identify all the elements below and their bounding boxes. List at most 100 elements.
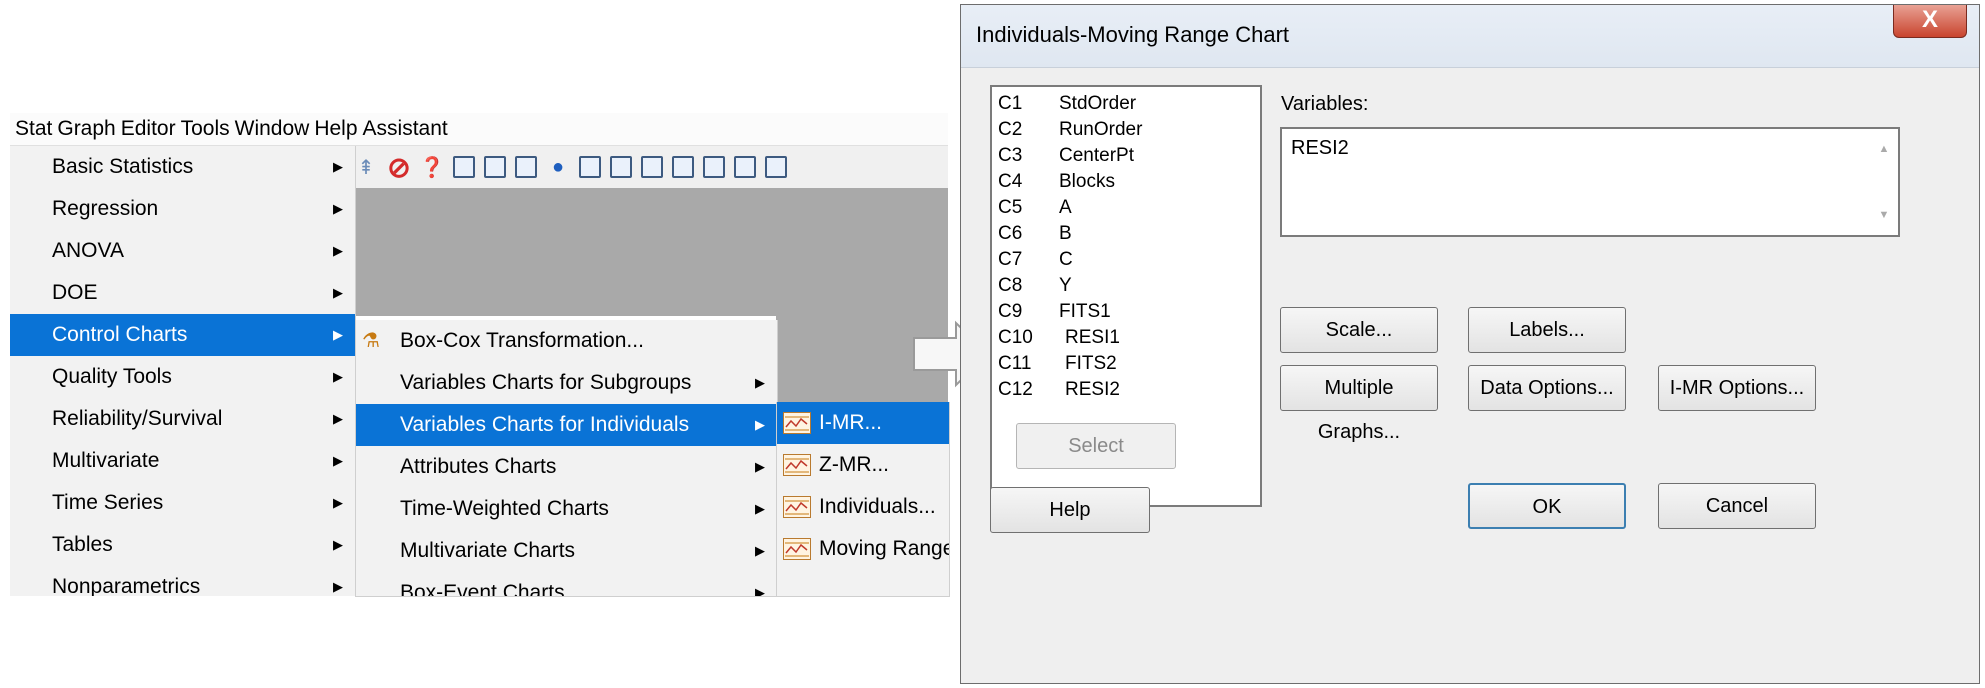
imr-options-button[interactable]: I-MR Options... (1658, 365, 1816, 411)
variables-field[interactable]: RESI2 ▲ ▼ (1280, 127, 1900, 237)
box-cox-icon: ⚗ (362, 330, 380, 352)
submenu-arrow-icon: ▶ (333, 327, 343, 342)
scrollbar[interactable]: ▲ ▼ (1874, 135, 1894, 229)
new-document-icon[interactable] (641, 156, 663, 178)
menu-item-moving-range[interactable]: Moving Range... (777, 528, 949, 570)
control-chart-icon (783, 538, 811, 560)
submenu-arrow-icon: ▶ (333, 285, 343, 300)
close-button[interactable]: X (1893, 5, 1967, 38)
menu-item-i-mr[interactable]: I-MR... (777, 402, 949, 444)
control-chart-icon (783, 412, 811, 434)
menu-item-quality-tools[interactable]: Quality Tools ▶ (10, 356, 355, 398)
menu-item-tables[interactable]: Tables ▶ (10, 524, 355, 566)
menu-item-multivariate[interactable]: Multivariate ▶ (10, 440, 355, 482)
menu-item-variables-individuals[interactable]: Variables Charts for Individuals ▶ (356, 404, 777, 446)
control-chart-icon (783, 496, 811, 518)
data-options-button[interactable]: Data Options... (1468, 365, 1626, 411)
list-item[interactable]: C7 C (992, 247, 1260, 273)
menu-editor[interactable]: Editor (116, 113, 176, 145)
submenu-arrow-icon: ▶ (333, 495, 343, 510)
list-item[interactable]: C8 Y (992, 273, 1260, 299)
ok-button[interactable]: OK (1468, 483, 1626, 529)
menu-stat[interactable]: Stat (10, 113, 52, 145)
split-view-icon[interactable] (765, 156, 787, 178)
submenu-arrow-icon: ▶ (755, 501, 765, 516)
menu-item-variables-subgroups[interactable]: Variables Charts for Subgroups ▶ (356, 362, 777, 404)
menu-item-box-cox[interactable]: ⚗ Box-Cox Transformation... (356, 320, 777, 362)
command-line-icon[interactable] (579, 156, 601, 178)
menu-item-doe[interactable]: DOE ▶ (10, 272, 355, 314)
submenu-arrow-icon: ▶ (333, 579, 343, 594)
list-item[interactable]: C1 StdOrder (992, 91, 1260, 117)
cancel-button[interactable]: Cancel (1658, 483, 1816, 529)
menu-item-basic-statistics[interactable]: Basic Statistics ▶ (10, 146, 355, 188)
session-window-icon[interactable] (453, 156, 475, 178)
table-icon[interactable] (734, 156, 756, 178)
help-button[interactable]: Help (990, 487, 1150, 533)
menu-bar: Stat Graph Editor Tools Window Help Assistant (10, 113, 948, 146)
project-manager-icon[interactable] (515, 156, 537, 178)
menu-help[interactable]: Help (309, 113, 357, 145)
scroll-up-icon[interactable]: ▲ (1874, 143, 1894, 155)
worksheet-icon[interactable] (484, 156, 506, 178)
menu-item-regression[interactable]: Regression ▶ (10, 188, 355, 230)
menu-assistant[interactable]: Assistant (358, 113, 448, 145)
pointer-icon[interactable]: ⇞ (354, 155, 378, 179)
stat-menu: Basic Statistics ▶ Regression ▶ ANOVA ▶ DOE… (10, 146, 356, 596)
labels-button[interactable]: Labels... (1468, 307, 1626, 353)
list-item[interactable]: C2 RunOrder (992, 117, 1260, 143)
menu-item-box-event-charts[interactable]: Box-Event Charts ▶ (356, 572, 777, 597)
help-icon[interactable]: ❓ (420, 155, 445, 179)
cancel-icon[interactable]: ⊘ (387, 152, 411, 183)
list-item[interactable]: C5 A (992, 195, 1260, 221)
submenu-arrow-icon: ▶ (755, 585, 765, 597)
imr-chart-dialog: Individuals-Moving Range Chart X C1 StdOr… (960, 4, 1980, 684)
select-button[interactable]: Select (1016, 423, 1176, 469)
multiple-graphs-button[interactable]: Multiple Graphs... (1280, 365, 1438, 443)
menu-tools[interactable]: Tools (176, 113, 230, 145)
menu-item-nonparametrics[interactable]: Nonparametrics ▶ (10, 566, 355, 596)
submenu-arrow-icon: ▶ (333, 243, 343, 258)
list-item[interactable]: C11 FITS2 (992, 351, 1260, 377)
submenu-arrow-icon: ▶ (333, 159, 343, 174)
dialog-titlebar: Individuals-Moving Range Chart X (961, 5, 1979, 68)
submenu-arrow-icon: ▶ (333, 201, 343, 216)
control-charts-submenu: ⚗ Box-Cox Transformation... Variables Cha… (355, 320, 778, 597)
list-item[interactable]: C12 RESI2 (992, 377, 1260, 403)
menu-window[interactable]: Window (230, 113, 310, 145)
menu-item-control-charts[interactable]: Control Charts ▶ (10, 314, 355, 356)
layout-icon[interactable] (703, 156, 725, 178)
submenu-arrow-icon: ▶ (755, 543, 765, 558)
menu-item-reliability-survival[interactable]: Reliability/Survival ▶ (10, 398, 355, 440)
menu-item-time-weighted-charts[interactable]: Time-Weighted Charts ▶ (356, 488, 777, 530)
individuals-submenu: I-MR... Z-MR... Individuals... Moving Ra… (776, 402, 950, 597)
submenu-arrow-icon: ▶ (333, 411, 343, 426)
list-item[interactable]: C10 RESI1 (992, 325, 1260, 351)
list-item[interactable]: C4 Blocks (992, 169, 1260, 195)
menu-item-anova[interactable]: ANOVA ▶ (10, 230, 355, 272)
menu-item-multivariate-charts[interactable]: Multivariate Charts ▶ (356, 530, 777, 572)
list-item[interactable]: C6 B (992, 221, 1260, 247)
menu-item-z-mr[interactable]: Z-MR... (777, 444, 949, 486)
submenu-arrow-icon: ▶ (755, 375, 765, 390)
list-item[interactable]: C3 CenterPt (992, 143, 1260, 169)
workspace-background (348, 188, 948, 316)
menu-item-time-series[interactable]: Time Series ▶ (10, 482, 355, 524)
submenu-arrow-icon: ▶ (333, 453, 343, 468)
menu-item-attributes-charts[interactable]: Attributes Charts ▶ (356, 446, 777, 488)
scale-button[interactable]: Scale... (1280, 307, 1438, 353)
list-item[interactable]: C9 FITS1 (992, 299, 1260, 325)
submenu-arrow-icon: ▶ (333, 537, 343, 552)
submenu-arrow-icon: ▶ (333, 369, 343, 384)
graph-folder-icon[interactable] (672, 156, 694, 178)
submenu-arrow-icon: ▶ (755, 417, 765, 432)
dialog-title: Individuals-Moving Range Chart (976, 22, 1290, 47)
variables-value: RESI2 (1291, 137, 1349, 159)
info-icon[interactable]: ● (546, 155, 570, 179)
scroll-down-icon[interactable]: ▼ (1874, 209, 1894, 221)
report-pad-icon[interactable] (610, 156, 632, 178)
menu-graph[interactable]: Graph (52, 113, 115, 145)
variables-label: Variables: (1281, 93, 1369, 115)
menu-item-individuals[interactable]: Individuals... (777, 486, 949, 528)
submenu-arrow-icon: ▶ (755, 459, 765, 474)
